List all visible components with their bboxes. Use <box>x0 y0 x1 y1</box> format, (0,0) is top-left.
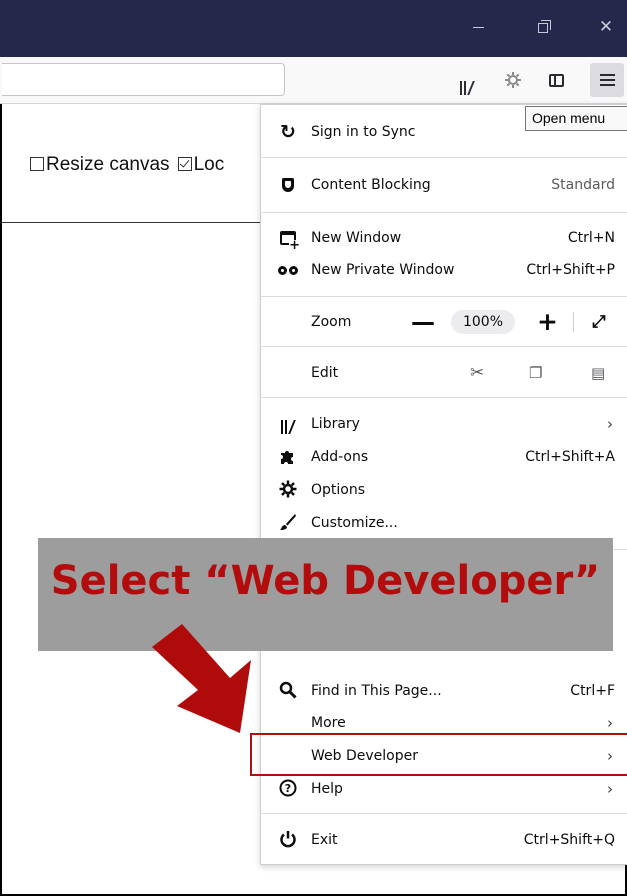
resize-canvas-checkbox[interactable] <box>30 157 44 171</box>
sync-icon <box>505 72 521 88</box>
menu-item-zoom: Zoom — 100% + ⤢ <box>261 306 627 338</box>
shield-icon <box>278 175 298 195</box>
menu-item-options[interactable]: Options <box>261 474 627 506</box>
menu-item-label: Customize... <box>311 515 398 531</box>
menu-item-new-private-window[interactable]: New Private Window Ctrl+Shift+P <box>261 254 627 286</box>
menu-separator <box>261 157 627 158</box>
chevron-right-icon: › <box>607 415 613 433</box>
menu-item-exit[interactable]: Exit Ctrl+Shift+Q <box>261 824 627 856</box>
resize-canvas-label: Resize canvas <box>46 154 170 175</box>
restore-icon <box>538 19 551 33</box>
zoom-in-button[interactable]: + <box>537 306 558 338</box>
menu-item-label: Sign in to Sync <box>311 124 416 140</box>
menu-item-shortcut: Ctrl+Shift+A <box>525 449 615 465</box>
sidebar-icon <box>548 73 564 87</box>
url-bar[interactable] <box>2 63 285 96</box>
puzzle-piece-icon <box>278 447 298 467</box>
menu-item-label: Content Blocking <box>311 177 431 193</box>
close-icon: ✕ <box>598 17 614 37</box>
menu-item-label: Help <box>311 781 343 797</box>
menu-item-label: New Window <box>311 230 402 246</box>
private-browsing-icon <box>278 260 298 280</box>
menu-item-label: Edit <box>311 365 339 381</box>
title-bar: ✕ <box>0 0 627 57</box>
menu-item-label: New Private Window <box>311 262 455 278</box>
menu-item-help[interactable]: ? Help › <box>261 773 627 805</box>
menu-item-label: Add-ons <box>311 449 369 465</box>
copy-icon[interactable]: ❐ <box>529 357 542 389</box>
svg-text:?: ? <box>285 782 291 795</box>
search-icon <box>278 681 298 701</box>
open-menu-tooltip: Open menu <box>525 106 627 131</box>
paintbrush-icon <box>278 513 298 533</box>
minimize-button[interactable] <box>463 14 493 40</box>
content-blocking-status: Standard <box>551 177 615 193</box>
menu-item-edit: Edit ✂ ❐ ▤ <box>261 357 627 389</box>
page-options-row: Resize canvas Loc <box>2 105 262 223</box>
menu-item-library[interactable]: Library › <box>261 408 627 440</box>
hamburger-menu-icon <box>599 71 615 89</box>
lock-checkbox[interactable] <box>177 157 192 171</box>
nav-toolbar <box>0 57 627 104</box>
chevron-right-icon: › <box>607 780 613 798</box>
menu-item-addons[interactable]: Add-ons Ctrl+Shift+A <box>261 441 627 473</box>
cut-icon[interactable]: ✂ <box>470 357 484 389</box>
menu-item-label: Options <box>311 482 366 498</box>
library-icon <box>278 414 298 434</box>
instruction-banner: Select “Web Developer” <box>38 538 613 651</box>
menu-item-shortcut: Ctrl+F <box>570 683 615 699</box>
instruction-text: Select “Web Developer” <box>50 558 601 604</box>
gear-icon <box>278 480 298 500</box>
minimize-icon <box>472 27 484 28</box>
menu-item-content-blocking[interactable]: Content Blocking Standard <box>261 169 627 201</box>
sidebar-button[interactable] <box>540 65 572 95</box>
zoom-divider <box>573 312 574 332</box>
sync-icon: ↻ <box>280 121 296 143</box>
menu-item-shortcut: Ctrl+Shift+Q <box>523 832 615 848</box>
new-window-icon <box>278 228 300 251</box>
zoom-reset-button[interactable]: 100% <box>451 310 515 334</box>
menu-item-customize[interactable]: Customize... <box>261 507 627 539</box>
zoom-out-button[interactable]: — <box>411 306 435 338</box>
menu-item-label: Find in This Page... <box>311 683 442 699</box>
web-developer-highlight <box>250 733 627 776</box>
menu-item-find[interactable]: Find in This Page... Ctrl+F <box>261 675 627 707</box>
menu-item-label: Library <box>311 416 360 432</box>
restore-button[interactable] <box>528 14 558 40</box>
menu-separator <box>261 296 627 297</box>
menu-item-shortcut: Ctrl+N <box>567 230 615 246</box>
menu-item-label: Zoom <box>311 314 352 330</box>
paste-icon[interactable]: ▤ <box>591 357 605 389</box>
menu-item-label: Exit <box>311 832 338 848</box>
lock-label: Loc <box>193 154 225 175</box>
close-window-button[interactable]: ✕ <box>591 14 621 40</box>
menu-item-new-window[interactable]: New Window Ctrl+N <box>261 222 627 254</box>
power-icon <box>278 830 298 850</box>
help-icon: ? <box>278 779 298 799</box>
menu-separator <box>261 813 627 814</box>
menu-separator <box>261 212 627 213</box>
canvas-options: Resize canvas Loc <box>30 154 224 176</box>
menu-item-shortcut: Ctrl+Shift+P <box>526 262 615 278</box>
library-icon <box>460 65 475 95</box>
menu-separator <box>261 346 627 347</box>
open-menu-button[interactable] <box>590 63 624 97</box>
library-button[interactable] <box>451 65 483 95</box>
fullscreen-icon[interactable]: ⤢ <box>592 306 606 338</box>
menu-separator <box>261 397 627 398</box>
sync-button[interactable] <box>497 65 529 95</box>
